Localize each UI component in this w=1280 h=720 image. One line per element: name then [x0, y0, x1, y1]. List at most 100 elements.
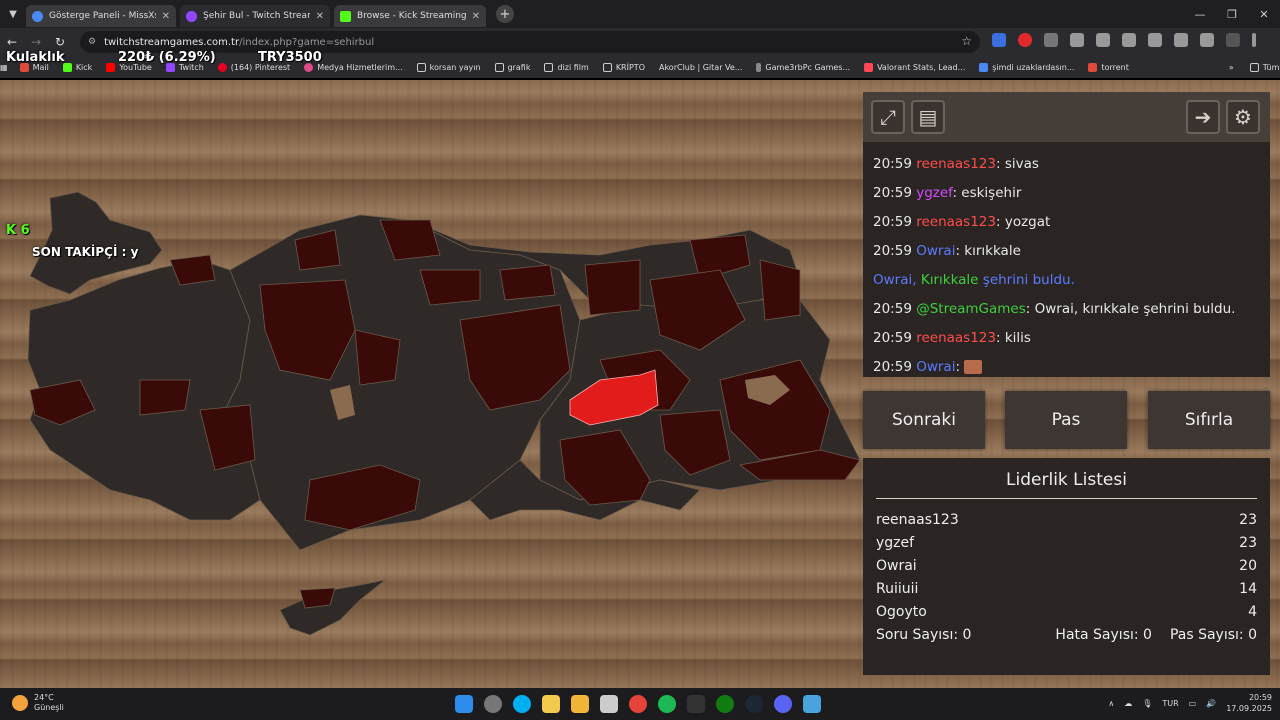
- cloud-icon[interactable]: ☁: [1124, 699, 1132, 708]
- bookmark-item[interactable]: AkorClub | Gitar Ve...: [659, 63, 742, 72]
- start-icon[interactable]: [455, 695, 473, 713]
- bookmark-item[interactable]: şimdi uzaklardasın...: [979, 62, 1074, 72]
- overlay-stat-percent: 220₺ (6.29%): [118, 50, 216, 65]
- map-found-city[interactable]: [584, 259, 641, 316]
- twitch-icon: [186, 10, 197, 22]
- leaderboard-panel: Liderlik Listesi reenaas123 23 ygzef 23 Ow…: [863, 458, 1270, 675]
- close-icon[interactable]: ✕: [472, 11, 480, 22]
- app-icon[interactable]: [484, 695, 502, 713]
- bookmark-item[interactable]: Kick: [62, 62, 92, 72]
- file-explorer-icon[interactable]: [571, 695, 589, 713]
- menu-icon[interactable]: [1252, 33, 1256, 47]
- notes-app-icon[interactable]: [542, 695, 560, 713]
- site-info-icon[interactable]: ⚙: [88, 37, 96, 47]
- xbox-icon[interactable]: [716, 695, 734, 713]
- discord-icon[interactable]: [774, 695, 792, 713]
- chrome-icon[interactable]: [629, 695, 647, 713]
- volume-icon[interactable]: 🔊: [1206, 699, 1216, 708]
- windows-taskbar: 24°C Güneşli ∧ ☁ 🎙 TUR ▭ 🔊 20:59 17.09.202…: [0, 688, 1280, 720]
- epic-games-icon[interactable]: [687, 695, 705, 713]
- favicon-icon: [32, 10, 43, 22]
- window-controls: — ❐ ✕: [1184, 0, 1280, 28]
- restore-icon[interactable]: ❐: [1216, 0, 1248, 28]
- map-found-city[interactable]: [499, 264, 556, 301]
- map-found-city[interactable]: [354, 329, 401, 386]
- tab-sehir-bul[interactable]: Şehir Bul - Twitch Stream G ✕: [180, 5, 330, 27]
- chat-message: 20:59 reenaas123: kilis: [873, 330, 1031, 346]
- tray-chevron-icon[interactable]: ∧: [1108, 699, 1114, 708]
- fullscreen-button[interactable]: ⤢: [871, 100, 905, 134]
- download-icon[interactable]: [1148, 33, 1162, 47]
- taskbar-apps: [455, 695, 821, 713]
- chat-system-message: Owrai, Kırıkkale şehrini buldu.: [873, 272, 1075, 288]
- next-button[interactable]: Sonraki: [863, 391, 985, 449]
- chat-message: 20:59 reenaas123: yozgat: [873, 214, 1051, 230]
- network-icon[interactable]: ▭: [1189, 699, 1197, 708]
- map-found-city[interactable]: [299, 587, 336, 609]
- close-icon[interactable]: ✕: [162, 11, 170, 22]
- app-icon[interactable]: [803, 695, 821, 713]
- bookmark-item[interactable]: Valorant Stats, Lead...: [864, 62, 965, 72]
- reload-icon[interactable]: ↻: [48, 35, 72, 49]
- map-found-city[interactable]: [419, 269, 481, 306]
- shield-icon[interactable]: [1070, 33, 1084, 47]
- forward-icon[interactable]: →: [24, 35, 48, 49]
- spotify-icon[interactable]: [658, 695, 676, 713]
- weather-widget[interactable]: 24°C Güneşli: [12, 693, 64, 713]
- more-bookmarks-icon[interactable]: »: [1229, 63, 1234, 72]
- microphone-icon[interactable]: 🎙: [1142, 699, 1152, 708]
- close-window-icon[interactable]: ✕: [1248, 0, 1280, 28]
- chat-message: 20:59 reenaas123: sivas: [873, 156, 1039, 172]
- url-path: /index.php?game=sehirbul: [239, 36, 375, 48]
- game-stats: Soru Sayısı: 0 Hata Sayısı: 0 Pas Sayısı…: [863, 624, 1270, 647]
- clock[interactable]: 20:59 17.09.2025: [1226, 692, 1272, 714]
- back-icon[interactable]: ←: [0, 35, 24, 49]
- map-found-city[interactable]: [139, 379, 191, 416]
- tab-kick[interactable]: Browse - Kick Streaming ✕: [334, 5, 486, 27]
- microphone-icon[interactable]: [1044, 33, 1058, 47]
- tab-dashboard[interactable]: Gösterge Paneli - MissXss Al Bo ✕: [26, 5, 176, 27]
- bookmark-item[interactable]: torrent: [1088, 62, 1129, 72]
- minimize-icon[interactable]: —: [1184, 0, 1216, 28]
- trash-icon[interactable]: [1122, 33, 1136, 47]
- pass-button[interactable]: Pas: [1005, 391, 1127, 449]
- notes-button[interactable]: ▤: [911, 100, 945, 134]
- steam-icon[interactable]: [745, 695, 763, 713]
- leaderboard-title: Liderlik Listesi: [1006, 470, 1127, 490]
- bookmark-folder[interactable]: KRİPTO: [602, 62, 645, 72]
- bookmark-favicon-icon: [756, 62, 762, 72]
- chat-message: 20:59 @StreamGames: Owrai, kırıkkale şeh…: [873, 301, 1236, 317]
- extension-icon[interactable]: [1018, 33, 1032, 47]
- settings-button[interactable]: ⚙: [1226, 100, 1260, 134]
- app-icon[interactable]: [600, 695, 618, 713]
- translate-icon[interactable]: [1174, 33, 1188, 47]
- map-found-city[interactable]: [759, 259, 801, 321]
- bookmark-item[interactable]: Game3rbPc Games...: [756, 62, 850, 72]
- valorant-icon: [864, 62, 874, 72]
- bookmark-folder[interactable]: korsan yayın: [416, 62, 481, 72]
- kick-count: 6: [20, 223, 30, 238]
- bookmark-favicon-icon: [1088, 62, 1098, 72]
- all-bookmarks-folder[interactable]: Tüm Yer İşaretleri: [1249, 62, 1280, 72]
- exit-button[interactable]: ➔: [1186, 100, 1220, 134]
- tab-label: Şehir Bul - Twitch Stream G: [203, 11, 310, 21]
- skype-icon[interactable]: [513, 695, 531, 713]
- profile-icon[interactable]: [1226, 33, 1240, 47]
- language-indicator[interactable]: TUR: [1162, 699, 1178, 708]
- new-tab-button[interactable]: +: [496, 5, 514, 23]
- puzzle-icon[interactable]: [1096, 33, 1110, 47]
- reset-button[interactable]: Sıfırla: [1148, 391, 1270, 449]
- bookmark-folder[interactable]: grafik: [494, 62, 530, 72]
- turkey-map[interactable]: [0, 80, 865, 688]
- kick-icon: [340, 10, 351, 22]
- bookmark-star-icon[interactable]: ☆: [961, 34, 972, 48]
- tab-search-chevron-icon[interactable]: ▼: [0, 0, 26, 28]
- browser-tab-bar: ▼ Gösterge Paneli - MissXss Al Bo ✕ Şehi…: [0, 0, 1280, 28]
- close-icon[interactable]: ✕: [316, 11, 324, 22]
- overlay-stat-try: TRY3500: [258, 50, 322, 65]
- playlist-icon[interactable]: [1200, 33, 1214, 47]
- extension-icon[interactable]: [992, 33, 1006, 47]
- leaderboard-row: reenaas123 23: [876, 512, 1257, 528]
- bookmark-folder[interactable]: dizi film: [544, 62, 589, 72]
- chat-message: 20:59 Owrai:: [863, 353, 1270, 382]
